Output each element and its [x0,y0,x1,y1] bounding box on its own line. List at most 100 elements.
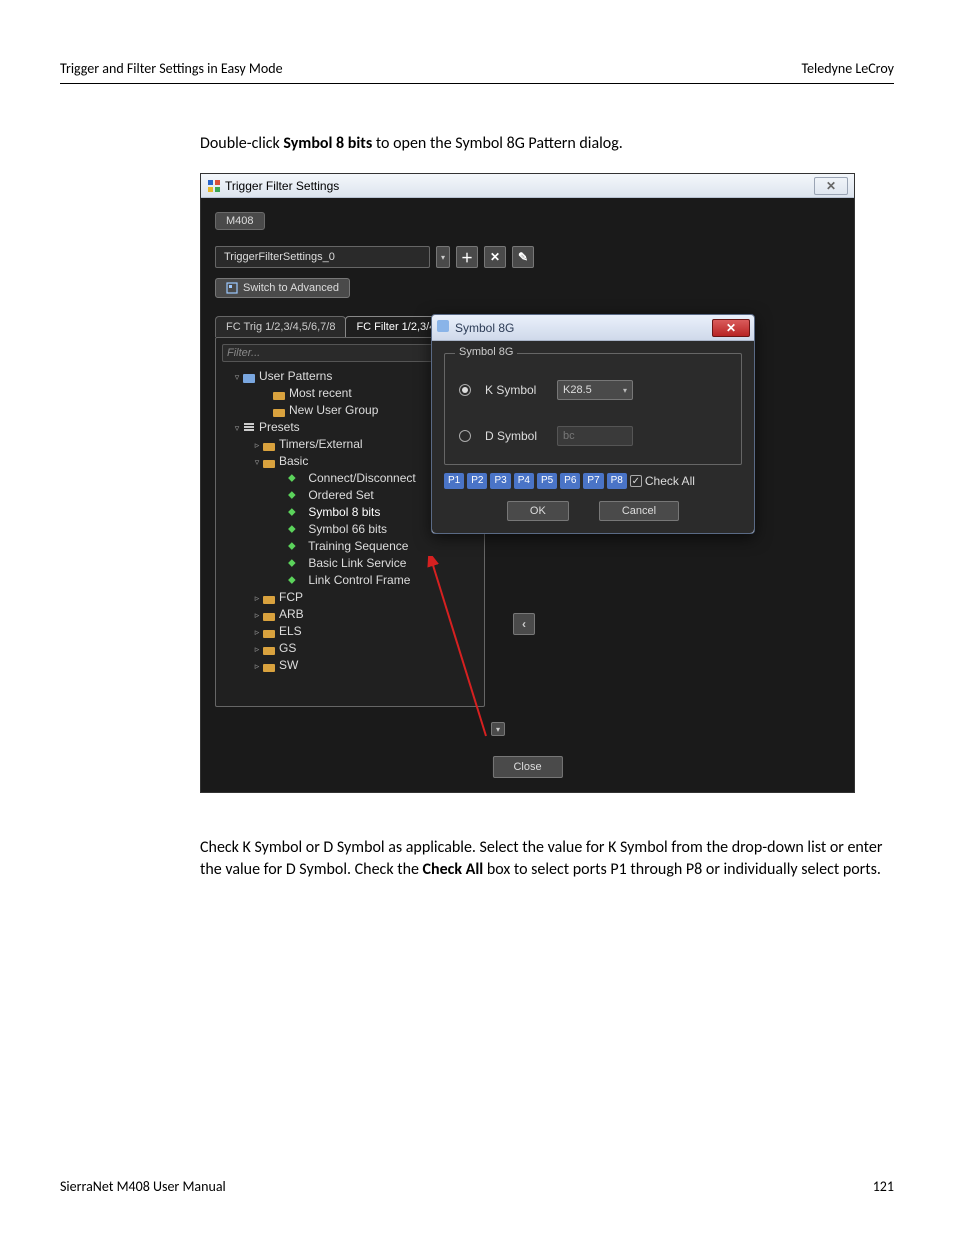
dialog-close-button[interactable]: ✕ [712,319,750,337]
collapse-icon: ▹ [252,610,262,621]
body-paragraph: Check K Symbol or D Symbol as applicable… [200,837,894,880]
d-symbol-label: D Symbol [485,429,543,443]
collapse-icon: ▹ [252,440,262,451]
leaf-icon: ⬥ [288,472,302,484]
close-icon: ✕ [826,179,836,193]
tab-fc-trig[interactable]: FC Trig 1/2,3/4,5/6,7/8 [215,316,346,337]
leaf-icon: ⬥ [288,557,302,569]
intro-paragraph: Double-click Symbol 8 bits to open the S… [200,134,894,153]
chevron-down-icon: ▾ [623,386,627,395]
collapse-left-button[interactable]: ‹ [513,613,535,635]
dialog-title: Symbol 8G [455,321,514,335]
k-symbol-label: K Symbol [485,383,543,397]
x-icon: ✕ [490,250,500,264]
port-p1[interactable]: P1 [444,473,464,489]
collapse-icon: ▹ [252,593,262,604]
folder-icon [262,659,276,671]
check-all-label: Check All [645,474,695,488]
dialog-titlebar: Symbol 8G ✕ [432,315,754,341]
intro-pre: Double-click [200,134,283,153]
d-symbol-value: bc [563,430,575,442]
intro-post: to open the Symbol 8G Pattern dialog. [372,134,623,153]
page-header-left: Trigger and Filter Settings in Easy Mode [60,60,283,77]
footer-left: SierraNet M408 User Manual [60,1178,226,1195]
fieldset-legend: Symbol 8G [455,346,517,358]
ok-button[interactable]: OK [507,501,569,521]
device-tab[interactable]: M408 [215,212,265,230]
header-rule [60,83,894,84]
tree-basic-link-service[interactable]: ⬥ Basic Link Service [222,554,478,571]
leaf-icon: ⬥ [288,574,302,586]
body-bold: Check All [423,860,484,879]
expand-icon: ▿ [232,372,242,383]
port-p8[interactable]: P8 [607,473,627,489]
port-p6[interactable]: P6 [560,473,580,489]
screenshot-panel: Trigger Filter Settings ✕ M408 TriggerFi… [200,173,855,793]
pencil-icon: ✎ [518,250,528,264]
k-symbol-dropdown[interactable]: K28.5 ▾ [557,380,633,400]
window-titlebar: Trigger Filter Settings ✕ [201,174,854,198]
page-number: 121 [873,1178,894,1195]
chevron-down-icon: ▾ [441,253,445,262]
plus-icon: ＋ [461,249,473,266]
leaf-icon: ⬥ [288,489,302,501]
k-symbol-radio[interactable] [459,384,471,396]
settings-dropdown-button[interactable]: ▾ [436,246,450,268]
chevron-down-icon: ▾ [496,725,500,734]
leaf-icon: ⬥ [288,540,302,552]
app-icon [207,179,221,193]
body-post: box to select ports P1 through P8 or ind… [483,860,881,879]
leaf-icon: ⬥ [288,506,302,518]
folder-icon [262,455,276,467]
collapse-icon: ▹ [252,661,262,672]
symbol-8g-dialog: Symbol 8G ✕ Symbol 8G K Symbol K28.5 ▾ D… [431,314,755,534]
port-p3[interactable]: P3 [490,473,510,489]
tree-training-sequence[interactable]: ⬥ Training Sequence [222,537,478,554]
tree-link-control-frame[interactable]: ⬥ Link Control Frame [222,571,478,588]
folder-icon [262,608,276,620]
tree-arb[interactable]: ▹ARB [222,605,478,622]
edit-button[interactable]: ✎ [512,246,534,268]
ports-row: P1 P2 P3 P4 P5 P6 P7 P8 Check All [444,473,742,489]
d-symbol-input[interactable]: bc [557,426,633,446]
symbol-8g-fieldset: Symbol 8G K Symbol K28.5 ▾ D Symbol bc [444,353,742,465]
window-title: Trigger Filter Settings [225,179,339,193]
switch-icon [226,282,238,294]
folder-icon [272,404,286,416]
collapse-icon: ▹ [252,627,262,638]
expand-icon: ▿ [252,457,262,468]
intro-bold: Symbol 8 bits [283,134,372,153]
check-all-checkbox[interactable] [630,475,642,487]
delete-button[interactable]: ✕ [484,246,506,268]
page-header-right: Teledyne LeCroy [801,60,894,77]
close-icon: ✕ [726,321,736,335]
tree-els[interactable]: ▹ELS [222,622,478,639]
port-p5[interactable]: P5 [537,473,557,489]
settings-name-field[interactable]: TriggerFilterSettings_0 [215,246,430,268]
list-icon [242,421,256,433]
switch-to-advanced-label: Switch to Advanced [243,282,339,294]
folder-icon [262,625,276,637]
port-p2[interactable]: P2 [467,473,487,489]
chevron-left-icon: ‹ [522,617,526,631]
tree-fcp[interactable]: ▹FCP [222,588,478,605]
tree-gs[interactable]: ▹GS [222,639,478,656]
user-icon [242,370,256,382]
folder-icon [262,591,276,603]
cancel-button[interactable]: Cancel [599,501,679,521]
window-close-button[interactable]: ✕ [814,177,848,195]
collapse-icon: ▹ [252,644,262,655]
expand-icon: ▿ [232,423,242,434]
port-p4[interactable]: P4 [514,473,534,489]
leaf-icon: ⬥ [288,523,302,535]
add-button[interactable]: ＋ [456,246,478,268]
port-p7[interactable]: P7 [583,473,603,489]
folder-icon [272,387,286,399]
tree-sw[interactable]: ▹SW [222,656,478,673]
small-dropdown-button[interactable]: ▾ [491,722,505,736]
d-symbol-radio[interactable] [459,430,471,442]
k-symbol-value: K28.5 [563,384,592,396]
folder-icon [262,438,276,450]
switch-to-advanced-button[interactable]: Switch to Advanced [215,278,350,298]
close-button[interactable]: Close [492,756,562,778]
